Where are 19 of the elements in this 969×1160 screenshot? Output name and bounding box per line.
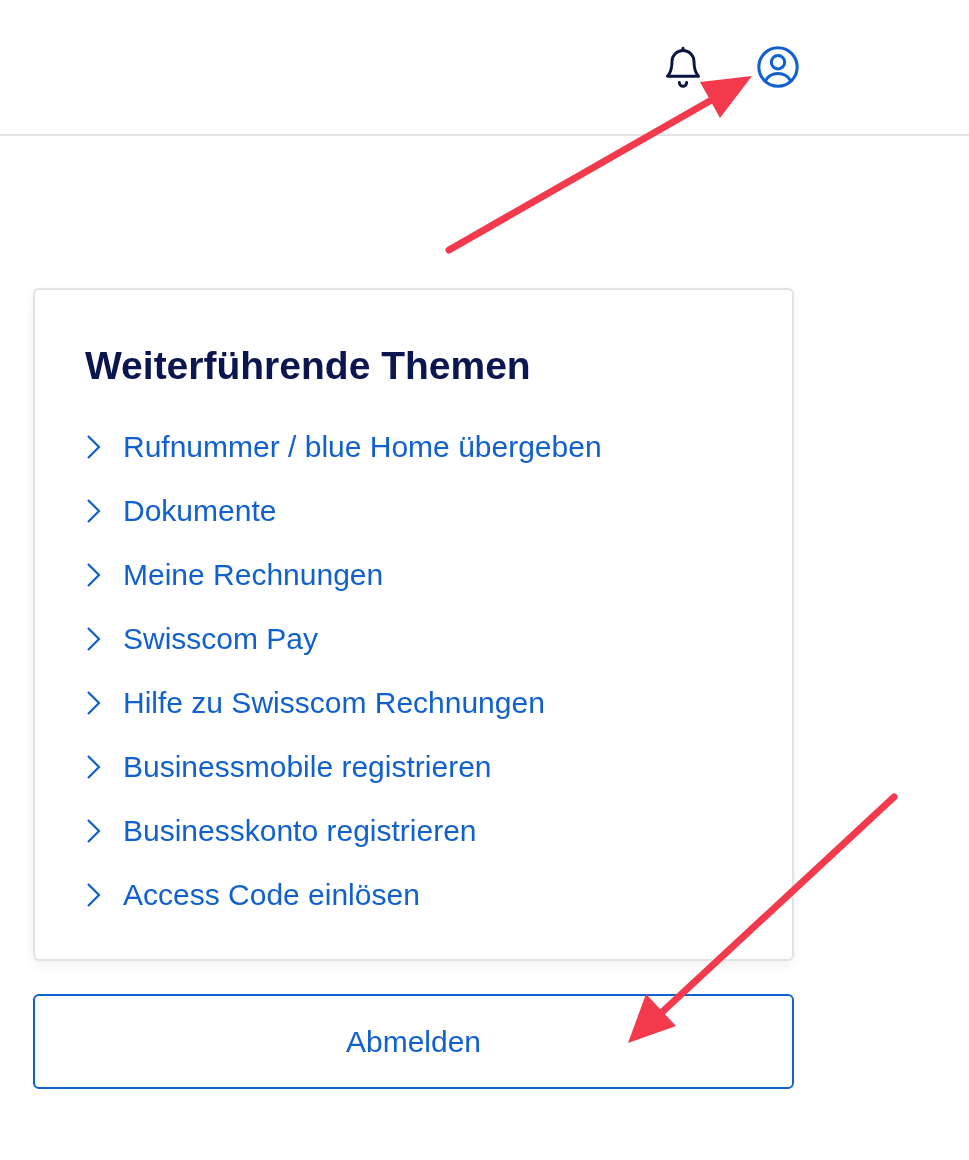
chevron-right-icon xyxy=(85,561,101,588)
chevron-right-icon xyxy=(85,497,101,524)
chevron-right-icon xyxy=(85,817,101,844)
chevron-right-icon xyxy=(85,433,101,460)
topic-link[interactable]: Access Code einlösen xyxy=(85,872,772,917)
user-icon[interactable] xyxy=(755,44,801,90)
chevron-right-icon xyxy=(85,881,101,908)
topic-link[interactable]: Swisscom Pay xyxy=(85,616,772,661)
card-title: Weiterführende Themen xyxy=(85,343,532,389)
topic-link[interactable]: Meine Rechnungen xyxy=(85,552,772,597)
topic-link[interactable]: Businesskonto registrieren xyxy=(85,808,772,853)
logout-button[interactable]: Abmelden xyxy=(33,993,794,1089)
topic-link[interactable]: Hilfe zu Swisscom Rechnungen xyxy=(85,680,772,725)
topic-link[interactable]: Rufnummer / blue Home übergeben xyxy=(85,424,772,469)
topic-link[interactable]: Businessmobile registrieren xyxy=(85,744,772,789)
chevron-right-icon xyxy=(85,625,101,652)
topic-link[interactable]: Dokumente xyxy=(85,488,772,533)
chevron-right-icon xyxy=(85,689,101,716)
chevron-right-icon xyxy=(85,753,101,780)
